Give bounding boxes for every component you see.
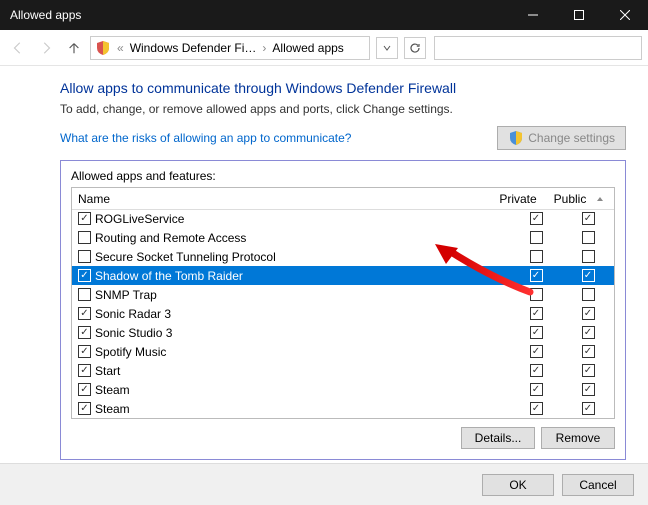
table-row[interactable]: SNMP Trap — [72, 285, 614, 304]
table-row[interactable]: ✓Sonic Studio 3✓✓ — [72, 323, 614, 342]
table-row[interactable]: ✓Steam✓✓ — [72, 380, 614, 399]
panel-label: Allowed apps and features: — [71, 169, 615, 183]
row-name: Routing and Remote Access — [91, 231, 510, 245]
checkbox[interactable] — [530, 288, 543, 301]
checkbox[interactable]: ✓ — [530, 383, 543, 396]
list-header: Name Private Public — [72, 188, 614, 210]
checkbox[interactable]: ✓ — [78, 212, 91, 225]
page-subtext: To add, change, or remove allowed apps a… — [60, 102, 626, 116]
col-public[interactable]: Public — [544, 192, 596, 206]
apps-list: Name Private Public Remote Volume Manage… — [71, 187, 615, 419]
ok-button[interactable]: OK — [482, 474, 554, 496]
table-row[interactable]: ✓Steam✓✓ — [72, 399, 614, 418]
row-name: Shadow of the Tomb Raider — [91, 269, 510, 283]
checkbox[interactable]: ✓ — [582, 402, 595, 415]
table-row[interactable]: ✓Start✓✓ — [72, 361, 614, 380]
breadcrumb-2[interactable]: Allowed apps — [272, 41, 343, 55]
checkbox[interactable]: ✓ — [530, 326, 543, 339]
window-buttons — [510, 0, 648, 30]
chevron-right-icon: › — [262, 41, 266, 55]
address-dropdown[interactable] — [376, 37, 398, 59]
table-row[interactable]: ✓Spotify Music✓✓ — [72, 342, 614, 361]
checkbox[interactable]: ✓ — [582, 326, 595, 339]
up-button[interactable] — [62, 36, 86, 60]
window-title: Allowed apps — [10, 8, 510, 22]
checkbox[interactable]: ✓ — [530, 364, 543, 377]
page-heading: Allow apps to communicate through Window… — [60, 80, 626, 96]
checkbox[interactable]: ✓ — [530, 345, 543, 358]
checkbox[interactable] — [582, 250, 595, 263]
checkbox[interactable]: ✓ — [530, 307, 543, 320]
row-name: Start — [91, 364, 510, 378]
change-settings-label: Change settings — [528, 131, 615, 145]
checkbox[interactable] — [530, 250, 543, 263]
content: Allow apps to communicate through Window… — [0, 66, 648, 492]
checkbox[interactable]: ✓ — [582, 383, 595, 396]
checkbox[interactable]: ✓ — [530, 212, 543, 225]
checkbox[interactable]: ✓ — [78, 383, 91, 396]
checkbox[interactable]: ✓ — [78, 269, 91, 282]
titlebar: Allowed apps — [0, 0, 648, 30]
row-name: Sonic Studio 3 — [91, 326, 510, 340]
row-name: Spotify Music — [91, 345, 510, 359]
checkbox[interactable]: ✓ — [78, 402, 91, 415]
apps-panel: Allowed apps and features: Name Private … — [60, 160, 626, 460]
shield-icon — [95, 40, 111, 56]
checkbox[interactable]: ✓ — [78, 345, 91, 358]
address-bar[interactable]: « Windows Defender Fi… › Allowed apps — [90, 36, 370, 60]
row-name: SNMP Trap — [91, 288, 510, 302]
checkbox[interactable]: ✓ — [582, 212, 595, 225]
row-name: Steam — [91, 402, 510, 416]
breadcrumb-1[interactable]: Windows Defender Fi… — [130, 41, 257, 55]
nav-row: « Windows Defender Fi… › Allowed apps — [0, 30, 648, 66]
chevron-right-icon: « — [117, 41, 124, 55]
checkbox[interactable]: ✓ — [582, 364, 595, 377]
col-name[interactable]: Name — [72, 192, 492, 206]
checkbox[interactable] — [78, 288, 91, 301]
close-button[interactable] — [602, 0, 648, 30]
refresh-button[interactable] — [404, 37, 426, 59]
minimize-button[interactable] — [510, 0, 556, 30]
checkbox[interactable] — [530, 231, 543, 244]
details-button[interactable]: Details... — [461, 427, 535, 449]
checkbox[interactable]: ✓ — [78, 364, 91, 377]
shield-icon — [508, 130, 524, 146]
list-body[interactable]: Remote Volume Management✓ROGLiveService✓… — [72, 210, 614, 418]
checkbox[interactable]: ✓ — [582, 269, 595, 282]
table-row[interactable]: Secure Socket Tunneling Protocol — [72, 247, 614, 266]
risks-link[interactable]: What are the risks of allowing an app to… — [60, 131, 351, 145]
checkbox[interactable]: ✓ — [78, 326, 91, 339]
table-row[interactable]: ✓ROGLiveService✓✓ — [72, 210, 614, 228]
table-row[interactable]: Routing and Remote Access — [72, 228, 614, 247]
forward-button[interactable] — [34, 36, 58, 60]
search-input[interactable] — [434, 36, 642, 60]
checkbox[interactable] — [582, 288, 595, 301]
checkbox[interactable] — [78, 231, 91, 244]
checkbox[interactable] — [78, 250, 91, 263]
checkbox[interactable] — [582, 231, 595, 244]
checkbox[interactable]: ✓ — [78, 307, 91, 320]
table-row[interactable]: ✓Sonic Radar 3✓✓ — [72, 304, 614, 323]
dialog-buttons: OK Cancel — [0, 463, 648, 505]
remove-button[interactable]: Remove — [541, 427, 615, 449]
row-name: Steam — [91, 383, 510, 397]
cancel-button[interactable]: Cancel — [562, 474, 634, 496]
checkbox[interactable]: ✓ — [530, 402, 543, 415]
checkbox[interactable]: ✓ — [582, 345, 595, 358]
scroll-header-spacer — [596, 192, 614, 206]
back-button[interactable] — [6, 36, 30, 60]
row-name: ROGLiveService — [91, 212, 510, 226]
row-name: Secure Socket Tunneling Protocol — [91, 250, 510, 264]
row-name: Sonic Radar 3 — [91, 307, 510, 321]
checkbox[interactable]: ✓ — [582, 307, 595, 320]
col-private[interactable]: Private — [492, 192, 544, 206]
change-settings-button[interactable]: Change settings — [497, 126, 626, 150]
table-row[interactable]: ✓Shadow of the Tomb Raider✓✓ — [72, 266, 614, 285]
maximize-button[interactable] — [556, 0, 602, 30]
checkbox[interactable]: ✓ — [530, 269, 543, 282]
